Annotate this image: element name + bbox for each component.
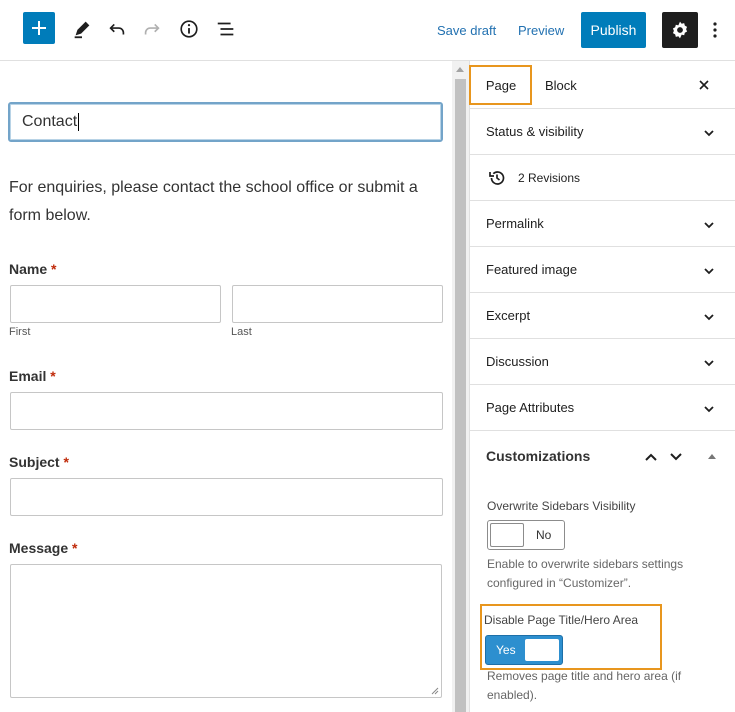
toggle-knob bbox=[490, 523, 524, 547]
page-title-input[interactable]: Contact bbox=[8, 102, 443, 142]
hero-area-description: Removes page title and hero area (if ena… bbox=[487, 669, 682, 702]
message-field-label: Message * bbox=[9, 540, 78, 556]
tab-block[interactable]: Block bbox=[545, 61, 577, 109]
required-asterisk: * bbox=[72, 540, 78, 556]
customizations-title: Customizations bbox=[486, 448, 591, 464]
more-vertical-icon bbox=[713, 22, 717, 38]
panel-page-attributes[interactable]: Page Attributes bbox=[470, 385, 735, 431]
last-name-input[interactable] bbox=[232, 285, 443, 323]
list-view-icon bbox=[217, 22, 234, 36]
move-down-icon[interactable] bbox=[668, 449, 684, 465]
move-up-icon[interactable] bbox=[643, 449, 659, 465]
collapse-toggle-icon[interactable] bbox=[708, 454, 716, 459]
toggle-knob bbox=[525, 639, 559, 661]
settings-button[interactable] bbox=[662, 12, 698, 48]
last-sub-label: Last bbox=[231, 326, 252, 338]
publish-button[interactable]: Publish bbox=[581, 12, 646, 48]
tools-button[interactable] bbox=[68, 15, 96, 43]
first-name-input[interactable] bbox=[10, 285, 221, 323]
redo-icon bbox=[144, 23, 160, 35]
chevron-down-icon bbox=[704, 268, 714, 275]
panel-discussion[interactable]: Discussion bbox=[470, 339, 735, 385]
close-icon bbox=[699, 80, 709, 90]
editor-scrollbar[interactable] bbox=[452, 61, 469, 712]
redo-button[interactable] bbox=[138, 15, 166, 43]
panel-page-attributes-label: Page Attributes bbox=[486, 400, 575, 415]
chevron-down-icon bbox=[704, 130, 714, 137]
pencil-icon bbox=[74, 21, 90, 39]
panel-status-label: Status & visibility bbox=[486, 124, 584, 139]
scroll-up-arrow[interactable] bbox=[456, 67, 464, 72]
chevron-down-icon bbox=[704, 222, 714, 229]
editor-canvas: Contact For enquiries, please contact th… bbox=[0, 61, 452, 712]
chevron-down-icon bbox=[704, 314, 714, 321]
subject-field-label: Subject * bbox=[9, 454, 69, 470]
toggle-state-text: No bbox=[536, 528, 552, 542]
panel-excerpt[interactable]: Excerpt bbox=[470, 293, 735, 339]
details-button[interactable] bbox=[175, 15, 203, 43]
subject-label-text: Subject bbox=[9, 454, 60, 470]
undo-button[interactable] bbox=[103, 15, 131, 43]
sidebar-tabs: Page Block bbox=[469, 61, 735, 109]
panel-revisions[interactable]: 2 Revisions bbox=[470, 155, 735, 201]
required-asterisk: * bbox=[51, 261, 57, 277]
top-toolbar: Save draft Preview Publish bbox=[0, 0, 735, 61]
add-block-button[interactable] bbox=[23, 12, 55, 44]
info-icon bbox=[180, 20, 198, 38]
sidebars-visibility-description: Enable to overwrite sidebars settings co… bbox=[487, 557, 684, 590]
text-caret bbox=[78, 113, 80, 131]
history-icon bbox=[489, 170, 505, 185]
resize-handle-icon[interactable] bbox=[431, 687, 439, 695]
undo-icon bbox=[109, 23, 125, 35]
email-input[interactable] bbox=[10, 392, 443, 430]
message-textarea[interactable] bbox=[10, 564, 442, 698]
sidebars-visibility-label: Overwrite Sidebars Visibility bbox=[487, 499, 636, 513]
tab-page[interactable]: Page bbox=[469, 61, 532, 109]
panel-excerpt-label: Excerpt bbox=[486, 308, 531, 323]
intro-paragraph[interactable]: For enquiries, please contact the school… bbox=[9, 174, 449, 230]
chevron-down-icon bbox=[704, 360, 714, 367]
sidebars-visibility-toggle[interactable]: No bbox=[487, 520, 565, 550]
panel-featured-image[interactable]: Featured image bbox=[470, 247, 735, 293]
close-sidebar-button[interactable] bbox=[694, 75, 714, 95]
required-asterisk: * bbox=[63, 454, 69, 470]
subject-input[interactable] bbox=[10, 478, 443, 516]
required-asterisk: * bbox=[50, 368, 56, 384]
panel-discussion-label: Discussion bbox=[486, 354, 549, 369]
email-label-text: Email bbox=[9, 368, 47, 384]
name-field-label: Name * bbox=[9, 261, 56, 277]
more-options-button[interactable] bbox=[704, 18, 726, 42]
chevron-down-icon bbox=[704, 406, 714, 413]
revisions-label: 2 Revisions bbox=[518, 170, 581, 185]
name-label-text: Name bbox=[9, 261, 48, 277]
settings-sidebar: Page Block Status & visibility 2 Revisio… bbox=[469, 61, 735, 712]
message-label-text: Message bbox=[9, 540, 69, 556]
first-sub-label: First bbox=[9, 326, 31, 338]
panel-permalink-label: Permalink bbox=[486, 216, 544, 231]
hero-area-label: Disable Page Title/Hero Area bbox=[484, 613, 639, 627]
highlight-box bbox=[469, 65, 532, 105]
panel-featured-image-label: Featured image bbox=[486, 262, 578, 277]
save-draft-button[interactable]: Save draft bbox=[437, 20, 496, 40]
gear-icon bbox=[672, 21, 688, 39]
hero-area-toggle[interactable]: Yes bbox=[485, 635, 563, 665]
plus-icon bbox=[32, 21, 46, 35]
panel-permalink[interactable]: Permalink bbox=[470, 201, 735, 247]
panel-customizations[interactable]: Customizations bbox=[470, 432, 735, 480]
toggle-state-text: Yes bbox=[496, 643, 516, 657]
email-field-label: Email * bbox=[9, 368, 56, 384]
page-title-text: Contact bbox=[22, 113, 78, 130]
panel-status-visibility[interactable]: Status & visibility bbox=[470, 109, 735, 155]
scroll-thumb[interactable] bbox=[455, 79, 466, 712]
list-view-button[interactable] bbox=[212, 15, 240, 43]
preview-button[interactable]: Preview bbox=[518, 20, 564, 40]
